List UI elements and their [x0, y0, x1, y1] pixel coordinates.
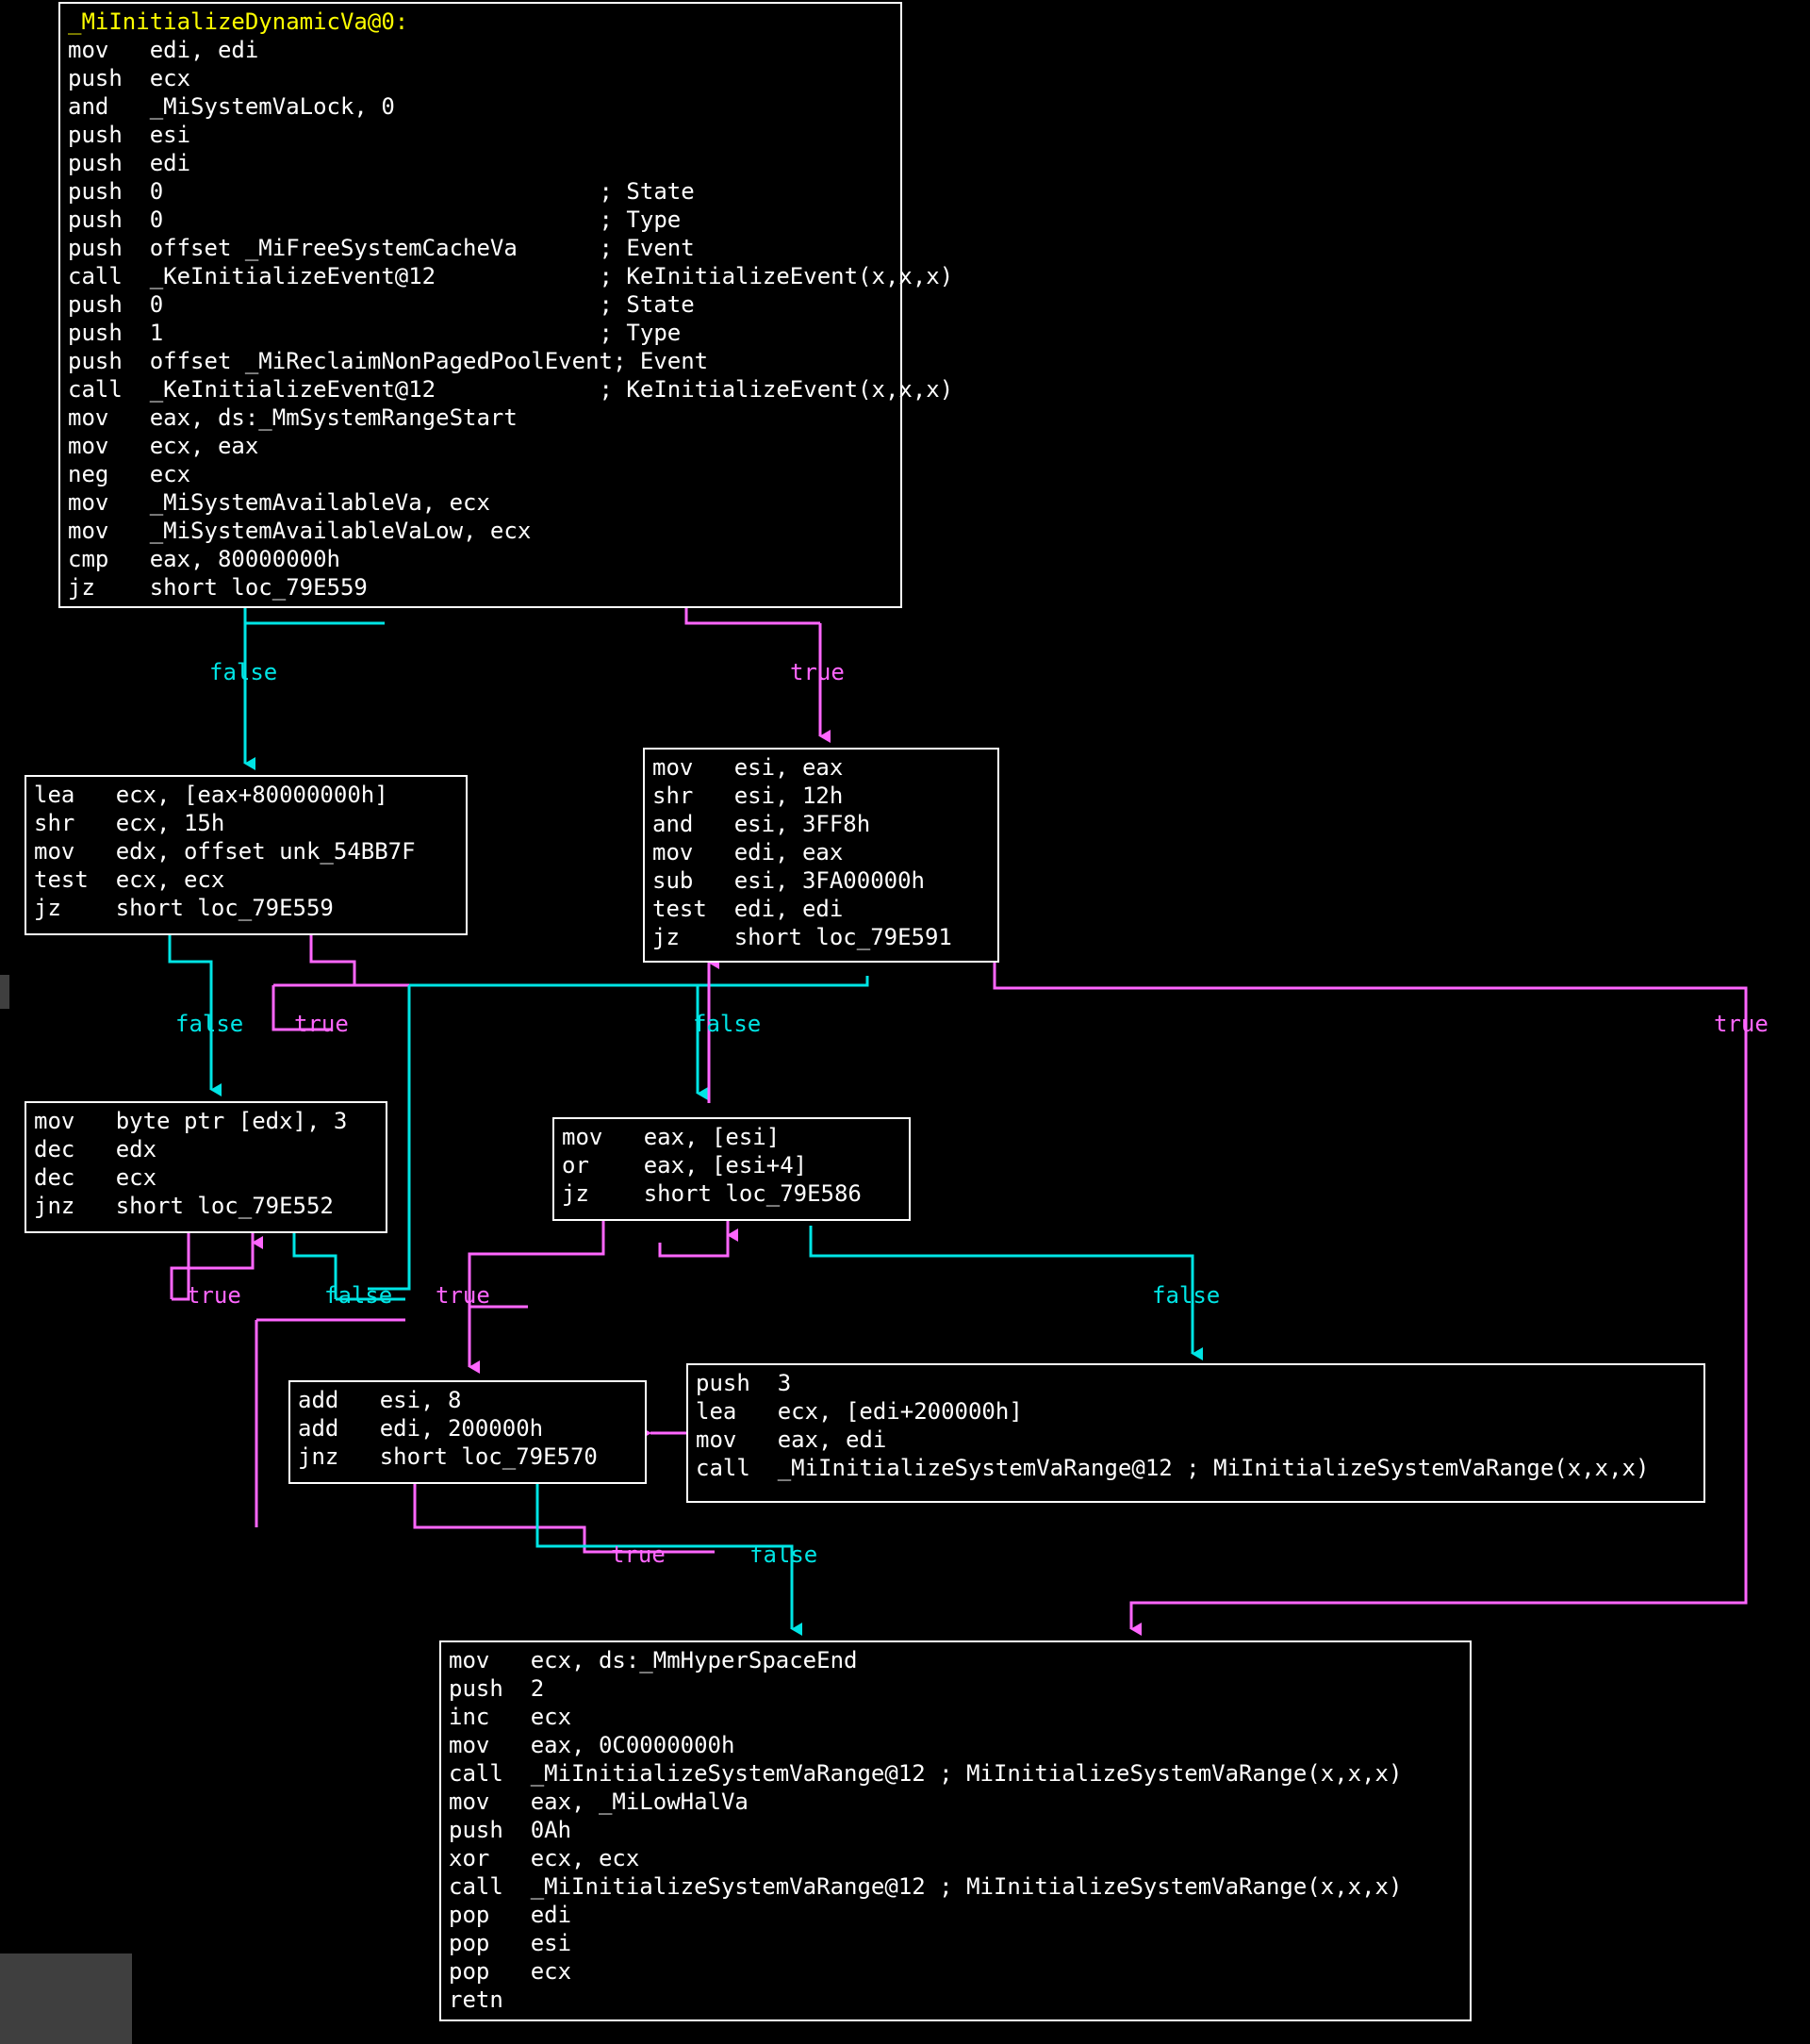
instruction-line: push offset _MiReclaimNonPagedPoolEvent;…: [68, 348, 709, 374]
instruction-line: mov eax, [esi]: [562, 1124, 781, 1150]
instruction-line: neg ecx: [68, 461, 191, 487]
block-mov-eax-esi[interactable]: mov eax, [esi] or eax, [esi+4] jz short lo…: [552, 1117, 911, 1221]
edge-label-false: false: [1152, 1282, 1221, 1309]
block-add-esi[interactable]: add esi, 8 add edi, 200000h jnz short loc_…: [288, 1380, 647, 1484]
instruction-line: test edi, edi: [652, 896, 844, 922]
instruction-line: dec ecx: [34, 1164, 157, 1191]
instruction-line: jz short loc_79E591: [652, 924, 952, 950]
instruction-line: jz short loc_79E559: [34, 895, 334, 921]
instruction-line: inc ecx: [449, 1704, 572, 1730]
instruction-line: shr ecx, 15h: [34, 810, 225, 836]
instruction-line: call _MiInitializeSystemVaRange@12 ; MiI…: [449, 1873, 1403, 1900]
instruction-line: push 1 ; Type: [68, 320, 682, 346]
instruction-line: mov _MiSystemAvailableVa, ecx: [68, 489, 490, 516]
edge-label-true: true: [790, 659, 845, 685]
instruction-line: or eax, [esi+4]: [562, 1152, 808, 1179]
instruction-line: xor ecx, ecx: [449, 1845, 640, 1871]
edge-label-false: false: [693, 1011, 762, 1037]
edge-label-false: false: [175, 1011, 244, 1037]
instruction-line: add edi, 200000h: [298, 1415, 544, 1442]
block-mov-esi[interactable]: mov esi, eax shr esi, 12h and esi, 3FF8h mo…: [643, 748, 999, 963]
instruction-line: lea ecx, [edi+200000h]: [696, 1398, 1023, 1425]
instruction-line: mov edi, edi: [68, 37, 259, 63]
instruction-line: push 0 ; State: [68, 178, 695, 205]
instruction-line: mov ecx, ds:_MmHyperSpaceEnd: [449, 1647, 858, 1673]
instruction-line: and _MiSystemVaLock, 0: [68, 93, 395, 120]
instruction-line: retn: [449, 1986, 531, 2013]
instruction-line: mov byte ptr [edx], 3: [34, 1108, 348, 1134]
instruction-line: mov _MiSystemAvailableVaLow, ecx: [68, 518, 532, 544]
instruction-line: push edi: [68, 150, 191, 176]
instruction-line: pop edi: [449, 1902, 572, 1928]
instruction-line: pop esi: [449, 1930, 572, 1956]
edge-label-false: false: [324, 1282, 393, 1309]
instruction-line: mov eax, edi: [696, 1426, 887, 1453]
instruction-line: dec edx: [34, 1136, 157, 1162]
instruction-line: push 3: [696, 1370, 792, 1396]
instruction-line: push ecx: [68, 65, 191, 91]
block-byteptr[interactable]: mov byte ptr [edx], 3 dec edx dec ecx jnz s…: [25, 1101, 387, 1233]
edge-label-true: true: [436, 1282, 490, 1309]
instruction-line: shr esi, 12h: [652, 783, 844, 809]
instruction-line: push 2: [449, 1675, 545, 1702]
instruction-line: mov eax, ds:_MmSystemRangeStart: [68, 404, 518, 431]
instruction-line: jnz short loc_79E552: [34, 1193, 334, 1219]
instruction-line: mov esi, eax: [652, 754, 844, 781]
instruction-line: test ecx, ecx: [34, 866, 225, 893]
instruction-line: push 0 ; Type: [68, 206, 682, 233]
instruction-line: add esi, 8: [298, 1387, 462, 1413]
instruction-line: mov eax, _MiLowHalVa: [449, 1788, 749, 1815]
instruction-line: push esi: [68, 122, 191, 148]
instruction-line: push 0Ah: [449, 1817, 572, 1843]
block-push3[interactable]: push 3 lea ecx, [edi+200000h] mov eax, edi…: [686, 1363, 1705, 1503]
instruction-line: call _KeInitializeEvent@12 ; KeInitializ…: [68, 263, 954, 289]
block-lea[interactable]: lea ecx, [eax+80000000h] shr ecx, 15h mov …: [25, 775, 468, 935]
bottom-left-artifact: [0, 1953, 132, 2044]
ida-graph-canvas[interactable]: _MiInitializeDynamicVa@0: mov edi, edi pus…: [0, 0, 1810, 2044]
edge-label-true: true: [611, 1541, 666, 1568]
instruction-line: call _MiInitializeSystemVaRange@12 ; MiI…: [696, 1455, 1650, 1481]
edge-label-true: true: [187, 1282, 241, 1309]
left-edge-artifact: [0, 975, 9, 1009]
instruction-line: lea ecx, [eax+80000000h]: [34, 782, 388, 808]
instruction-line: cmp eax, 80000000h: [68, 546, 340, 572]
instruction-line: mov edi, eax: [652, 839, 844, 865]
instruction-line: mov eax, 0C0000000h: [449, 1732, 735, 1758]
instruction-line: call _MiInitializeSystemVaRange@12 ; MiI…: [449, 1760, 1403, 1787]
instruction-line: mov ecx, eax: [68, 433, 259, 459]
instruction-line: sub esi, 3FA00000h: [652, 867, 925, 894]
instruction-line: push offset _MiFreeSystemCacheVa ; Event: [68, 235, 695, 261]
instruction-line: jnz short loc_79E570: [298, 1443, 598, 1470]
edge-label-true: true: [294, 1011, 349, 1037]
block-entry[interactable]: _MiInitializeDynamicVa@0: mov edi, edi pus…: [58, 2, 954, 608]
instruction-line: jz short loc_79E586: [562, 1180, 862, 1207]
edge-label-false: false: [749, 1541, 818, 1568]
block-tail[interactable]: mov ecx, ds:_MmHyperSpaceEnd push 2 inc ec…: [439, 1640, 1472, 2021]
edge-label-true: true: [1714, 1011, 1769, 1037]
instruction-line: call _KeInitializeEvent@12 ; KeInitializ…: [68, 376, 954, 403]
edge-label-false: false: [209, 659, 278, 685]
instruction-line: mov edx, offset unk_54BB7F: [34, 838, 416, 865]
instruction-line: jz short loc_79E559: [68, 574, 368, 601]
instruction-line: pop ecx: [449, 1958, 572, 1985]
block-label: _MiInitializeDynamicVa@0:: [68, 8, 409, 35]
instruction-line: and esi, 3FF8h: [652, 811, 871, 837]
instruction-line: push 0 ; State: [68, 291, 695, 318]
